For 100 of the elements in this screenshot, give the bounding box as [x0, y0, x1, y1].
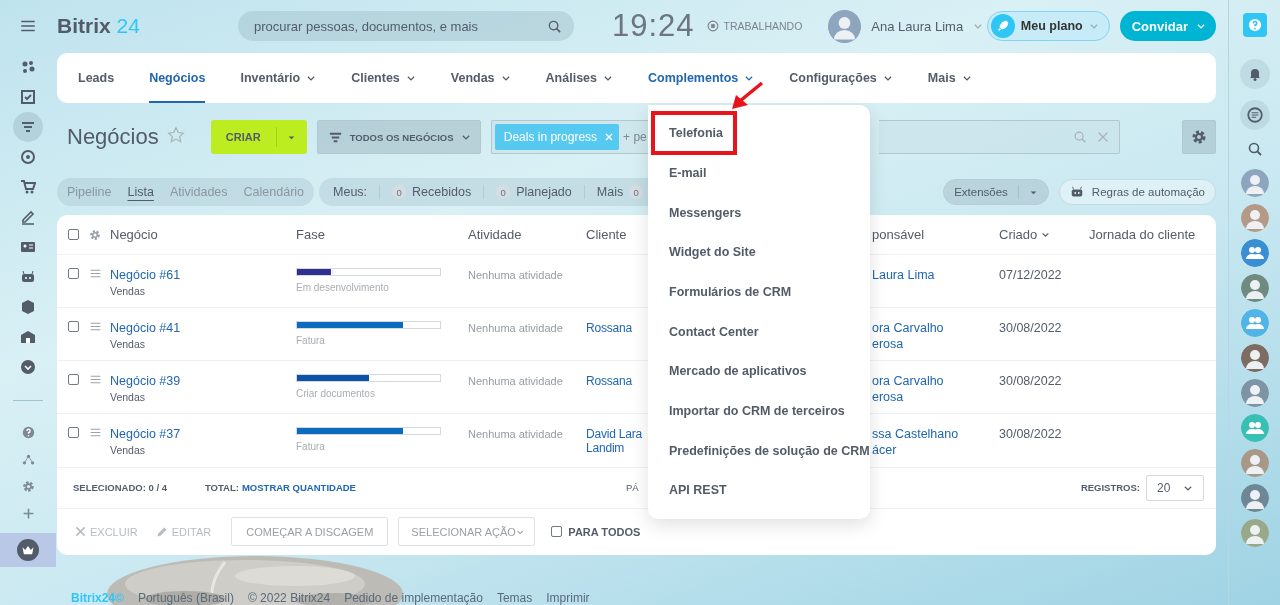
counter-label[interactable]: Mais	[596, 185, 624, 199]
column-header[interactable]: Atividade	[468, 227, 522, 243]
nav-tab[interactable]: Leads	[78, 53, 115, 103]
pencil-icon	[155, 525, 168, 538]
user-avatar[interactable]	[1240, 274, 1269, 302]
nav-tab[interactable]: Vendas	[450, 53, 511, 103]
nav-tab[interactable]: Complementos	[648, 53, 755, 103]
menu-item[interactable]: Predefinições de solução de CRM	[648, 430, 870, 471]
user-avatar[interactable]	[828, 9, 862, 43]
menu-item[interactable]: Formulários de CRM	[648, 272, 870, 312]
counter-label[interactable]: Recebidos	[412, 185, 472, 199]
column-header[interactable]: Cliente	[586, 227, 627, 243]
activity-text: Nenhuma atividade	[468, 322, 563, 335]
checkbox[interactable]	[68, 427, 79, 439]
responsible-link[interactable]: ora Carvalho	[872, 321, 999, 336]
responsible-link[interactable]: ácer	[872, 443, 999, 458]
chevron-circle-icon	[20, 359, 36, 375]
menu-item[interactable]: Messengers	[648, 192, 870, 233]
nav-tab[interactable]: Configurações	[789, 53, 893, 103]
footer-link[interactable]: Temas	[496, 591, 533, 605]
checkbox[interactable]	[551, 526, 563, 538]
work-status[interactable]: TRABALHANDO	[723, 20, 803, 32]
footer-link[interactable]: © 2022 Bitrix24	[247, 591, 331, 605]
logo[interactable]: Bitrix 24	[57, 14, 238, 38]
pipeline-label: Vendas	[110, 391, 147, 404]
created-date: 07/12/2022	[999, 268, 1062, 283]
responsible-link[interactable]: erosa	[872, 390, 999, 405]
footer-link[interactable]: Imprimir	[546, 591, 590, 605]
nav-tab[interactable]: Mais	[927, 53, 972, 103]
menu-item[interactable]: Importar do CRM de terceiros	[648, 391, 870, 431]
deal-link[interactable]: Negócio #39	[110, 374, 296, 389]
column-header[interactable]: ponsável	[872, 227, 925, 243]
checkbox[interactable]	[68, 321, 79, 333]
deal-link[interactable]: Negócio #37	[110, 427, 296, 442]
automation-button[interactable]: Regras de automação	[1058, 179, 1216, 205]
column-header[interactable]: Jornada do cliente	[1089, 227, 1196, 243]
pipeline-label: Vendas	[110, 285, 147, 298]
view-tab[interactable]: Lista	[127, 185, 154, 199]
chat-icon	[1245, 106, 1264, 124]
pipeline-label: Vendas	[110, 444, 147, 457]
extensions-button[interactable]: Extensões	[943, 179, 1049, 205]
user-avatar[interactable]	[1240, 204, 1269, 232]
settings-icon	[1191, 129, 1207, 145]
menu-item[interactable]: E-mail	[648, 153, 870, 193]
client-link[interactable]: Rossana	[586, 321, 648, 336]
crown-icon	[17, 539, 39, 561]
counter-label: Meus:	[333, 185, 368, 199]
plan-button[interactable]: Meu plano	[986, 11, 1110, 41]
user-avatar[interactable]	[1240, 484, 1269, 512]
nav-tab[interactable]: Inventário	[240, 53, 317, 103]
menu-item[interactable]: API REST	[648, 470, 870, 511]
activity-text: Nenhuma atividade	[468, 428, 563, 441]
responsible-link[interactable]: ora Carvalho	[872, 374, 999, 389]
robot-icon	[20, 269, 36, 285]
deal-link[interactable]: Negócio #41	[110, 321, 296, 336]
menu-item[interactable]: Contact Center	[648, 311, 870, 352]
chevron-down-icon	[1196, 21, 1206, 31]
create-button[interactable]: CRIAR	[210, 120, 307, 154]
settings-icon	[21, 480, 35, 493]
user-avatar[interactable]	[1240, 519, 1269, 547]
clock: 19:24	[612, 8, 695, 44]
robot-icon	[1069, 185, 1084, 199]
user-avatar[interactable]	[1240, 344, 1269, 372]
nav-tab[interactable]: Negócios	[149, 53, 206, 103]
filter-icon	[20, 119, 36, 135]
filter-preset-button[interactable]: TODOS OS NEGÓCIOS	[316, 120, 481, 154]
user-avatar[interactable]	[1240, 379, 1269, 407]
menu-item[interactable]: Mercado de aplicativos	[648, 351, 870, 392]
records-select[interactable]: 20	[1146, 474, 1204, 501]
group-chat-icon[interactable]	[1240, 309, 1269, 337]
search-icon	[547, 19, 562, 34]
user-avatar[interactable]	[1240, 449, 1269, 477]
filter-field[interactable]	[878, 120, 1120, 154]
menu-item[interactable]: Widget do Site	[648, 232, 870, 273]
settings-button[interactable]	[1182, 120, 1216, 154]
show-count-link[interactable]: MOSTRAR QUANTIDADE	[241, 482, 356, 494]
counter-label[interactable]: Planejado	[516, 185, 572, 199]
column-header[interactable]: Fase	[296, 227, 325, 243]
nav-tab[interactable]: Clientes	[351, 53, 416, 103]
group-chat-icon[interactable]	[1240, 239, 1269, 267]
chevron-down-icon	[1088, 21, 1099, 31]
user-avatar[interactable]	[1240, 169, 1269, 197]
user-name[interactable]: Ana Laura Lima	[871, 18, 964, 34]
client-link[interactable]: David Lara Landim	[586, 427, 648, 456]
responsible-link[interactable]: ssa Castelhano	[872, 427, 999, 442]
box-icon	[20, 299, 36, 315]
checkbox[interactable]	[68, 268, 79, 280]
column-header[interactable]: Negócio	[110, 227, 158, 243]
chevron-down-icon	[460, 132, 471, 142]
responsible-link[interactable]: erosa	[872, 337, 999, 352]
group-chat-icon[interactable]	[1240, 414, 1269, 442]
nav-tab[interactable]: Análises	[545, 53, 613, 103]
deal-link[interactable]: Negócio #61	[110, 268, 296, 283]
checkbox[interactable]	[68, 374, 79, 386]
client-link[interactable]: Rossana	[586, 374, 648, 389]
checkbox[interactable]	[68, 229, 79, 241]
column-header[interactable]: Criado	[999, 227, 1038, 243]
records-label: REGISTROS:	[1080, 482, 1140, 494]
close-icon	[75, 526, 86, 538]
responsible-link[interactable]: Laura Lima	[872, 268, 999, 283]
